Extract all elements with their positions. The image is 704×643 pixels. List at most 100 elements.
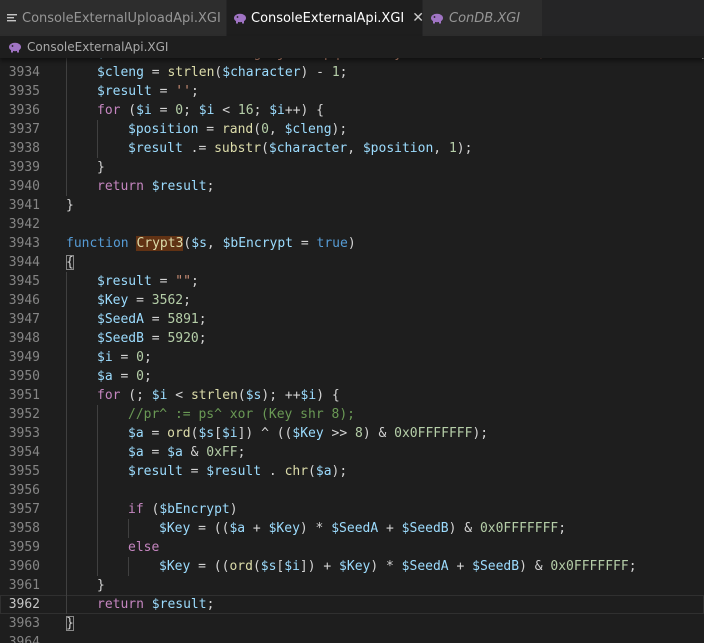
php-elephant-icon <box>8 41 22 53</box>
indent-guide <box>66 291 67 310</box>
code-token: if <box>128 502 144 517</box>
code-text: $result .= substr($character, $position,… <box>128 139 472 158</box>
code-token: $character <box>222 65 301 80</box>
code-line[interactable]: 3945 $result = ""; <box>0 272 704 291</box>
line-number: 3938 <box>8 141 40 156</box>
code-line[interactable]: 3954 $a = $a & 0xFF; <box>0 443 704 462</box>
code-line[interactable]: 3951 for (; $i < strlen($s); ++$i) { <box>0 386 704 405</box>
code-text: function Crypt3($s, $bEncrypt = true) <box>66 234 356 253</box>
code-token: ; <box>143 350 152 365</box>
code-line[interactable]: 3935 $result = ''; <box>0 82 704 101</box>
code-token: ; <box>198 312 207 327</box>
code-token: , <box>347 141 363 156</box>
php-elephant-icon <box>429 10 445 26</box>
code-token: ; <box>700 58 704 61</box>
code-text: $Key = 3562; <box>97 291 191 310</box>
code-line[interactable]: 3953 $a = ord($s[$i]) ^ (($Key >> 8) & 0x… <box>0 424 704 443</box>
code-line[interactable]: 3946 $Key = 3562; <box>0 291 704 310</box>
indent-guide <box>97 405 98 424</box>
tab-console-external-upload-api[interactable]: ConsoleExternalUploadApi.XGI <box>0 0 227 36</box>
line-number: 3936 <box>8 103 40 118</box>
code-line[interactable]: 3934 $cleng = strlen($character) - 1; <box>0 63 704 82</box>
code-line[interactable]: 3942 <box>0 215 704 234</box>
code-lines: 3933$character 'abcdefghijklmnopqrstuvwx… <box>0 58 704 643</box>
code-token: = (( <box>190 521 230 536</box>
code-line[interactable]: 3938 $result .= substr($character, $posit… <box>0 139 704 158</box>
code-text: $result = ''; <box>97 82 199 101</box>
line-number: 3950 <box>8 369 40 384</box>
indent-guide <box>128 519 129 538</box>
code-token: $bEncrypt <box>159 502 230 517</box>
code-line[interactable]: 3955 $result = $result . chr($a); <box>0 462 704 481</box>
code-token: 0 <box>175 103 184 118</box>
code-line[interactable]: 3948 $SeedB = 5920; <box>0 329 704 348</box>
indent-guide <box>66 500 67 519</box>
line-number: 3935 <box>8 84 40 99</box>
code-line[interactable]: 3961} <box>0 576 704 595</box>
code-line[interactable]: 3937 $position = rand(0, $cleng); <box>0 120 704 139</box>
code-token: strlen <box>167 65 215 80</box>
tab-condb[interactable]: ConDB.XGI <box>423 0 543 36</box>
code-token: . <box>261 464 285 479</box>
code-line[interactable]: 3959 else <box>0 538 704 557</box>
tab-label: ConsoleExternalApi.XGI <box>251 10 405 26</box>
code-line[interactable]: 3957 if ($bEncrypt) <box>0 500 704 519</box>
line-number: 3956 <box>8 483 40 498</box>
code-token: ( <box>308 464 316 479</box>
code-token: = <box>143 65 168 80</box>
code-line[interactable]: 3952 //pr^ := ps^ xor (Key shr 8); <box>0 405 704 424</box>
line-number: 3959 <box>8 540 40 555</box>
tab-console-external-api[interactable]: ConsoleExternalApi.XGI ✕ <box>227 0 424 36</box>
code-token: $result <box>206 464 262 479</box>
code-editor[interactable]: 3933$character 'abcdefghijklmnopqrstuvwx… <box>0 58 704 643</box>
code-token: $SeedA <box>331 521 379 536</box>
code-line[interactable]: 3962 return $result; <box>0 595 704 614</box>
code-token: } <box>66 616 74 631</box>
code-line[interactable]: 3944 { <box>0 253 704 272</box>
code-token: $i <box>269 103 285 118</box>
line-number: 3937 <box>8 122 40 137</box>
code-line[interactable]: 3943 function Crypt3($s, $bEncrypt = true… <box>0 234 704 253</box>
code-token: //pr^ := ps^ xor (Key shr 8); <box>128 407 355 422</box>
code-line[interactable]: 3941} <box>0 196 704 215</box>
code-token: = <box>151 103 176 118</box>
line-number: 3934 <box>8 65 40 80</box>
code-token: $result <box>151 597 207 612</box>
indent-guide <box>66 82 67 101</box>
code-token: ) <box>229 502 238 517</box>
code-token: ; <box>339 65 348 80</box>
code-line[interactable]: 3958 $Key = (($a + $Key) * $SeedA + $Seed… <box>0 519 704 538</box>
code-token: 1 <box>448 141 457 156</box>
code-line[interactable]: 3947 $SeedA = 5891; <box>0 310 704 329</box>
code-token: + <box>448 559 473 574</box>
code-token: (; <box>120 388 152 403</box>
line-number: 3939 <box>8 160 40 175</box>
code-line[interactable]: 3939} <box>0 158 704 177</box>
code-token: 0 <box>261 122 269 137</box>
breadcrumb[interactable]: ConsoleExternalApi.XGI <box>0 36 704 58</box>
code-line[interactable]: 3949 $i = 0; <box>0 348 704 367</box>
code-token: 8 <box>355 426 363 441</box>
indent-guide <box>128 557 129 576</box>
code-text: $a = ord($s[$i]) ^ (($Key >> 8) & 0x0FFF… <box>128 424 488 443</box>
code-line[interactable]: 3963} <box>0 614 704 633</box>
code-token: ) & <box>362 426 395 441</box>
code-line[interactable]: 3940 return $result; <box>0 177 704 196</box>
code-line[interactable]: 3956 <box>0 481 704 500</box>
code-token: 1 <box>331 65 340 80</box>
code-text: return $result; <box>97 595 214 614</box>
indent-guide <box>66 405 67 424</box>
code-token: ; <box>628 559 637 574</box>
code-token: $Key <box>339 559 371 574</box>
code-token: $SeedB <box>472 559 520 574</box>
code-line[interactable]: 3960 $Key = ((ord($s[$i]) + $Key) * $Seed… <box>0 557 704 576</box>
code-line[interactable]: 3950 $a = 0; <box>0 367 704 386</box>
code-token: ; <box>198 331 207 346</box>
code-line[interactable]: 3936 for ($i = 0; $i < 16; $i++) { <box>0 101 704 120</box>
code-token: $i <box>300 388 317 403</box>
indent-guide <box>97 424 98 443</box>
code-token: ); ++ <box>261 388 301 403</box>
code-line[interactable]: 3964 <box>0 633 704 643</box>
line-number: 3948 <box>8 331 40 346</box>
code-token: = <box>143 426 168 441</box>
